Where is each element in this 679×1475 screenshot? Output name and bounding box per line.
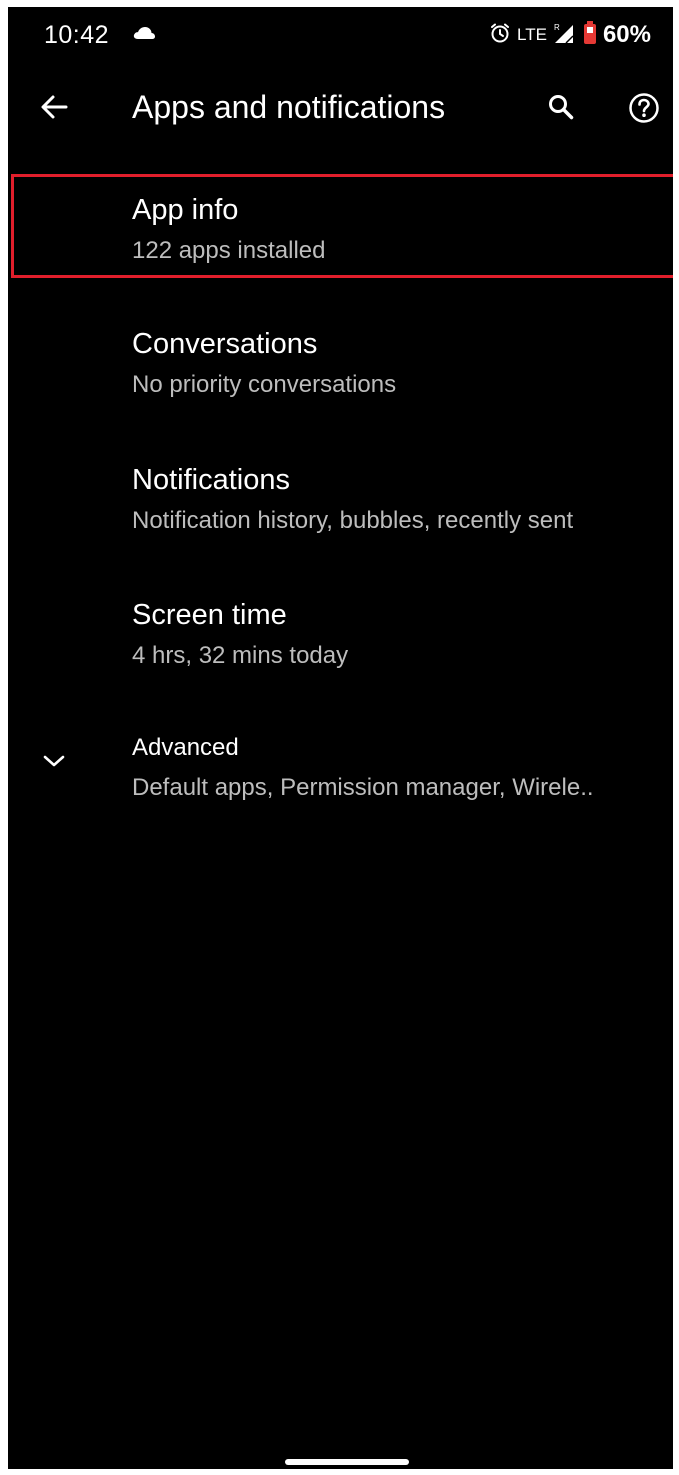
chevron-down-icon	[42, 753, 66, 774]
help-button[interactable]	[624, 88, 664, 128]
app-bar: Apps and notifications	[8, 67, 673, 147]
gesture-nav-handle[interactable]	[285, 1459, 409, 1465]
list-item-summary: No priority conversations	[132, 371, 397, 398]
list-item-title: Notifications	[132, 464, 290, 496]
phone-screen: 10:42 LTE R 60% Apps and notifications A…	[8, 7, 673, 1469]
list-item-title: Advanced	[132, 734, 239, 761]
status-time: 10:42	[44, 21, 110, 49]
list-item-title: Screen time	[132, 599, 287, 631]
search-button[interactable]	[541, 87, 581, 127]
help-icon	[629, 93, 659, 123]
list-item-notifications[interactable]: Notifications Notification history, bubb…	[8, 446, 673, 550]
cloud-icon	[132, 25, 156, 46]
search-icon	[549, 95, 574, 120]
battery-percentage: 60%	[602, 21, 651, 48]
roaming-indicator: R	[554, 23, 560, 32]
status-bar: 10:42 LTE R 60%	[8, 7, 673, 67]
list-item-advanced[interactable]: Advanced Default apps, Permission manage…	[8, 719, 673, 823]
list-item-summary: Notification history, bubbles, recently …	[132, 507, 574, 534]
battery-icon	[583, 20, 597, 50]
status-icons: LTE R 60%	[489, 19, 651, 51]
list-item-conversations[interactable]: Conversations No priority conversations	[8, 310, 673, 414]
list-item-summary: Default apps, Permission manager, Wirele…	[132, 774, 594, 801]
list-item-summary: 4 hrs, 32 mins today	[132, 642, 349, 669]
list-item-screen-time[interactable]: Screen time 4 hrs, 32 mins today	[8, 582, 673, 686]
back-button[interactable]	[34, 87, 74, 127]
arrow-back-icon	[41, 95, 68, 119]
highlight-box	[11, 174, 673, 278]
alarm-icon	[489, 22, 511, 49]
signal-icon: R	[553, 22, 575, 49]
list-item-title: Conversations	[132, 328, 318, 360]
page-title: Apps and notifications	[132, 89, 446, 125]
network-type: LTE	[517, 25, 547, 44]
